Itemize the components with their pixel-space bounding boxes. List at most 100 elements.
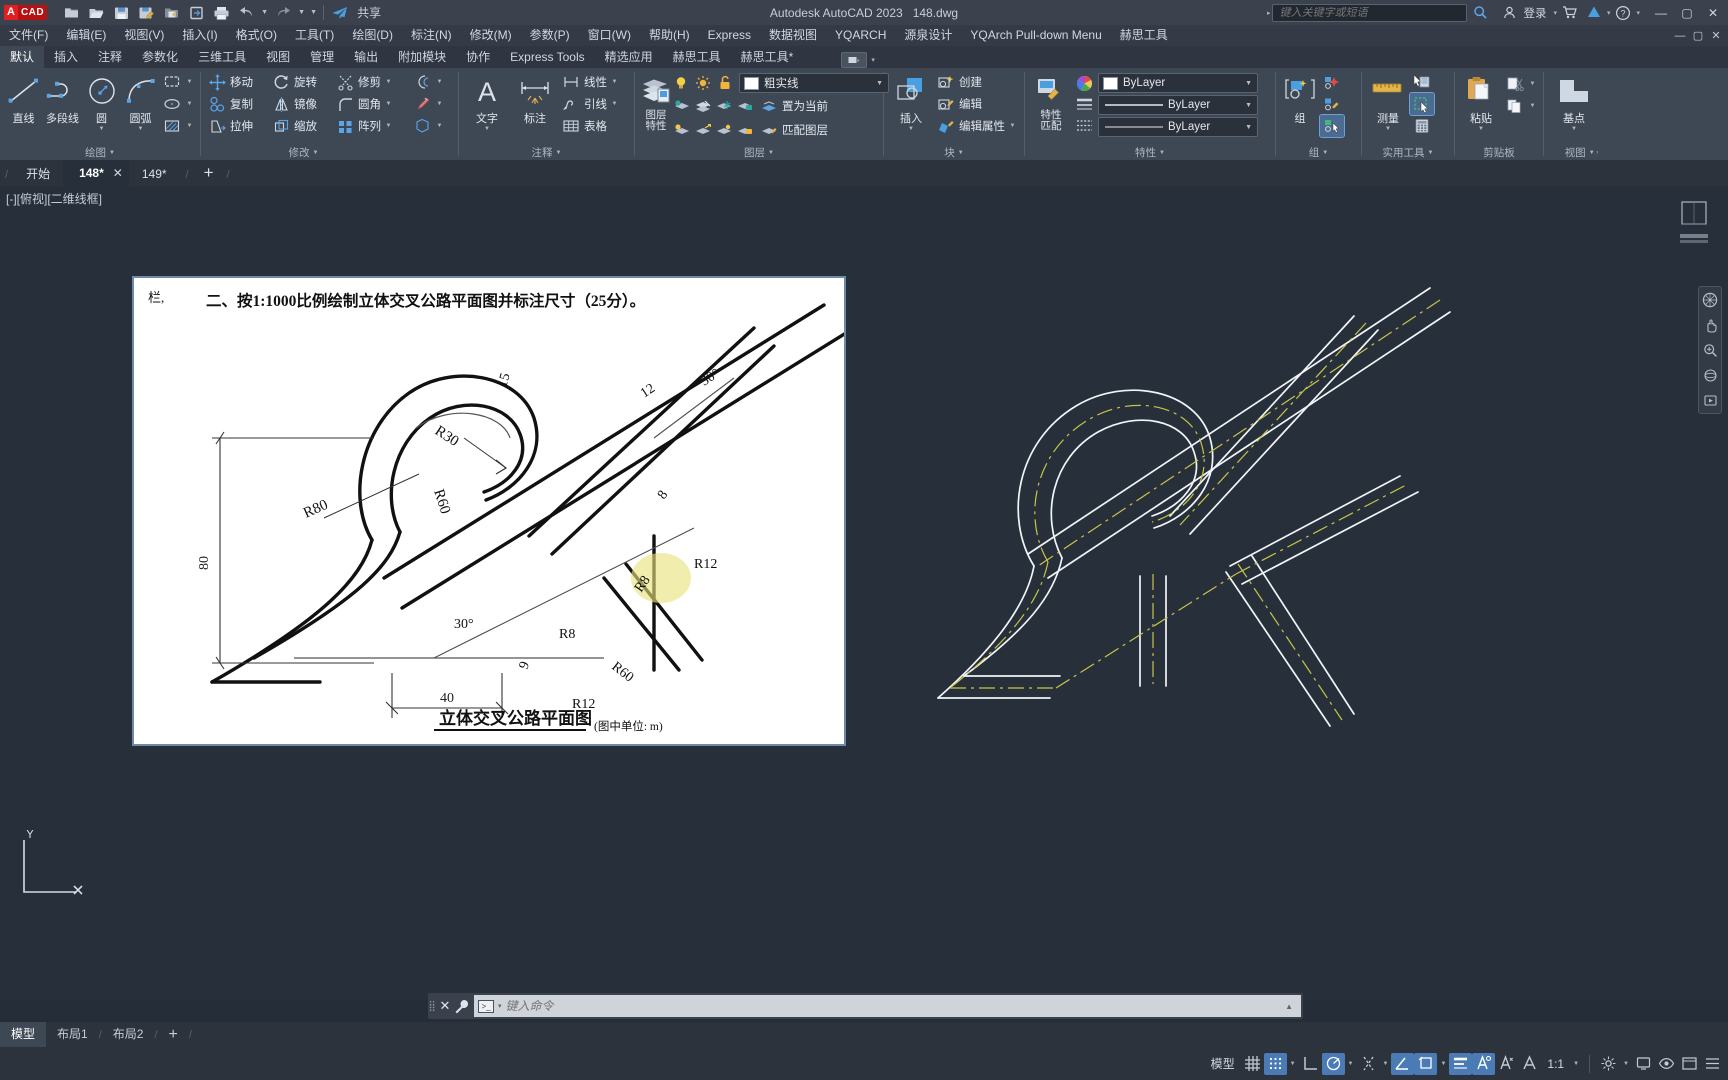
hatch-dropdown-caret[interactable]: ▼ xyxy=(185,123,194,129)
command-line-grip[interactable]: ⣿ xyxy=(428,996,436,1016)
block-panel-title[interactable]: 块 ▼ xyxy=(884,145,1024,160)
polar-dropdown-caret[interactable]: ▼ xyxy=(1345,1061,1357,1067)
fillet-button[interactable]: 圆角 ▼ xyxy=(333,93,401,115)
start-tab[interactable]: 开始 xyxy=(13,162,63,186)
qat-customize-dropdown[interactable]: ▼ xyxy=(308,2,319,24)
layer-off-icon[interactable] xyxy=(694,98,714,114)
measure-button[interactable]: 测量 ▼ xyxy=(1366,71,1410,134)
lineweight-combo[interactable]: ByLayer ▼ xyxy=(1098,95,1258,115)
snap-mode-toggle[interactable] xyxy=(1263,1052,1287,1075)
ribbon-tab-insert[interactable]: 插入 xyxy=(44,46,88,68)
layer-thaw-icon[interactable] xyxy=(694,122,714,138)
menu-item-format[interactable]: 格式(O) xyxy=(227,25,286,46)
unlock-icon[interactable] xyxy=(717,75,736,91)
copy-clip-caret[interactable]: ▼ xyxy=(1528,103,1537,109)
copy-button[interactable]: 复制 xyxy=(205,93,269,115)
app-caret[interactable]: ▾ xyxy=(1607,9,1611,17)
insert-block-caret[interactable]: ▼ xyxy=(908,126,914,132)
menu-item-yuanquan[interactable]: 源泉设计 xyxy=(895,25,961,46)
ribbon-tab-view[interactable]: 视图 xyxy=(256,46,300,68)
view-cube[interactable] xyxy=(1674,198,1714,248)
layer-unlock-icon[interactable] xyxy=(736,122,756,138)
solid-edit-button[interactable]: ▼ xyxy=(410,115,446,137)
search-box[interactable] xyxy=(1272,3,1468,22)
circle-button[interactable]: 圆 ▼ xyxy=(82,71,121,134)
pasted-image[interactable]: 栏, 二、按1:1000比例绘制立体交叉公路平面图并标注尺寸（25分）。 80 … xyxy=(132,276,846,746)
share-label[interactable]: 共享 xyxy=(357,4,381,21)
menu-item-yqarch[interactable]: YQARCH xyxy=(826,25,895,46)
group-button[interactable]: 组 xyxy=(1280,71,1320,128)
share-icon[interactable] xyxy=(328,2,352,24)
search-history-caret[interactable]: ▸ xyxy=(1267,9,1271,17)
save-as-button[interactable] xyxy=(134,2,158,24)
command-scroll-up-icon[interactable]: ▲ xyxy=(1285,1002,1297,1011)
brush-button[interactable]: ▼ xyxy=(410,93,446,115)
redo-button[interactable] xyxy=(271,2,295,24)
hardware-acceleration-icon[interactable] xyxy=(1632,1053,1655,1075)
ribbon-close-button[interactable]: ✕ xyxy=(1707,27,1725,45)
command-input[interactable] xyxy=(505,999,1282,1013)
save-button[interactable] xyxy=(109,2,133,24)
group-panel-title[interactable]: 组 ▼ xyxy=(1276,145,1361,160)
paste-caret[interactable]: ▼ xyxy=(1478,126,1484,132)
move-button[interactable]: 移动 xyxy=(205,71,269,93)
new-layout-button[interactable]: + xyxy=(158,1022,189,1047)
document-tab-148[interactable]: 148* ✕ xyxy=(63,160,129,186)
match-properties-button[interactable]: 特性 匹配 xyxy=(1029,71,1073,134)
layer-panel-title[interactable]: 图层 ▼ xyxy=(635,145,883,160)
save-to-web-button[interactable] xyxy=(159,2,183,24)
account-caret[interactable]: ▾ xyxy=(1553,9,1557,17)
layout-tab-layout1[interactable]: 布局1 xyxy=(46,1022,99,1047)
plot-button[interactable] xyxy=(209,2,233,24)
ellipse-button[interactable]: ▼ xyxy=(160,93,196,115)
rectangle-button[interactable]: ▼ xyxy=(160,71,196,93)
scale-button[interactable]: 缩放 xyxy=(269,115,333,137)
leader-button[interactable]: 引线 ▼ xyxy=(559,93,621,115)
text-button[interactable]: A 文字 ▼ xyxy=(463,71,511,134)
menu-item-window[interactable]: 窗口(W) xyxy=(579,25,640,46)
color-wheel-icon[interactable] xyxy=(1073,73,1095,93)
hatch-button[interactable]: ▼ xyxy=(160,115,196,137)
select-all-button[interactable] xyxy=(1409,92,1435,116)
menu-item-modify[interactable]: 修改(M) xyxy=(461,25,521,46)
ribbon-tab-collaborate[interactable]: 协作 xyxy=(456,46,500,68)
orbit-icon[interactable] xyxy=(1701,366,1719,384)
arc-dropdown-caret[interactable]: ▼ xyxy=(138,126,144,132)
layer-freeze-icon[interactable] xyxy=(715,98,735,114)
linetype-list-icon[interactable] xyxy=(1073,115,1095,135)
close-button[interactable]: ✕ xyxy=(1700,1,1726,25)
command-settings-icon[interactable] xyxy=(454,999,474,1014)
pan-icon[interactable] xyxy=(1701,316,1719,334)
menu-item-parametric[interactable]: 参数(P) xyxy=(521,25,579,46)
cut-button[interactable]: ▼ xyxy=(1503,73,1539,95)
ribbon-extra-button[interactable] xyxy=(841,52,868,68)
measure-caret[interactable]: ▼ xyxy=(1385,126,1391,132)
cart-icon[interactable] xyxy=(1559,2,1581,24)
arc-button[interactable]: 圆弧 ▼ xyxy=(121,71,160,134)
leader-caret[interactable]: ▼ xyxy=(610,101,619,107)
trim-button[interactable]: 修剪 ▼ xyxy=(333,71,401,93)
lineweight-combo-caret[interactable]: ▼ xyxy=(1242,102,1255,109)
ribbon-tab-featured-apps[interactable]: 精选应用 xyxy=(595,46,663,68)
linear-dimension-button[interactable]: 线性 ▼ xyxy=(559,71,621,93)
workspace-switch-icon[interactable] xyxy=(1597,1053,1620,1075)
layout-tab-model[interactable]: 模型 xyxy=(0,1022,47,1047)
dimension-button[interactable]: 标注 xyxy=(511,71,559,128)
menu-item-view[interactable]: 视图(V) xyxy=(115,25,173,46)
lightbulb-on-icon[interactable] xyxy=(673,75,692,91)
text-dropdown-caret[interactable]: ▼ xyxy=(484,126,490,132)
menu-item-dimension[interactable]: 标注(N) xyxy=(402,25,461,46)
open-file-button[interactable] xyxy=(84,2,108,24)
ribbon-restore-button[interactable]: ▢ xyxy=(1689,27,1707,45)
dynamic-ucs-toggle[interactable] xyxy=(1414,1052,1438,1075)
command-close-icon[interactable]: ✕ xyxy=(436,998,454,1014)
paste-button[interactable]: 粘贴 ▼ xyxy=(1459,71,1503,134)
color-combo-caret[interactable]: ▼ xyxy=(1242,80,1255,87)
zoom-extents-icon[interactable] xyxy=(1701,341,1719,359)
menu-item-dataview[interactable]: 数据视图 xyxy=(760,25,826,46)
layer-combo[interactable]: 粗实线 ▼ xyxy=(739,73,889,93)
menu-item-express[interactable]: Express xyxy=(699,25,760,46)
group-edit-button[interactable] xyxy=(1320,93,1344,115)
linetype-combo[interactable]: ByLayer ▼ xyxy=(1098,117,1258,137)
ucs-dropdown-caret[interactable]: ▼ xyxy=(1437,1061,1449,1067)
